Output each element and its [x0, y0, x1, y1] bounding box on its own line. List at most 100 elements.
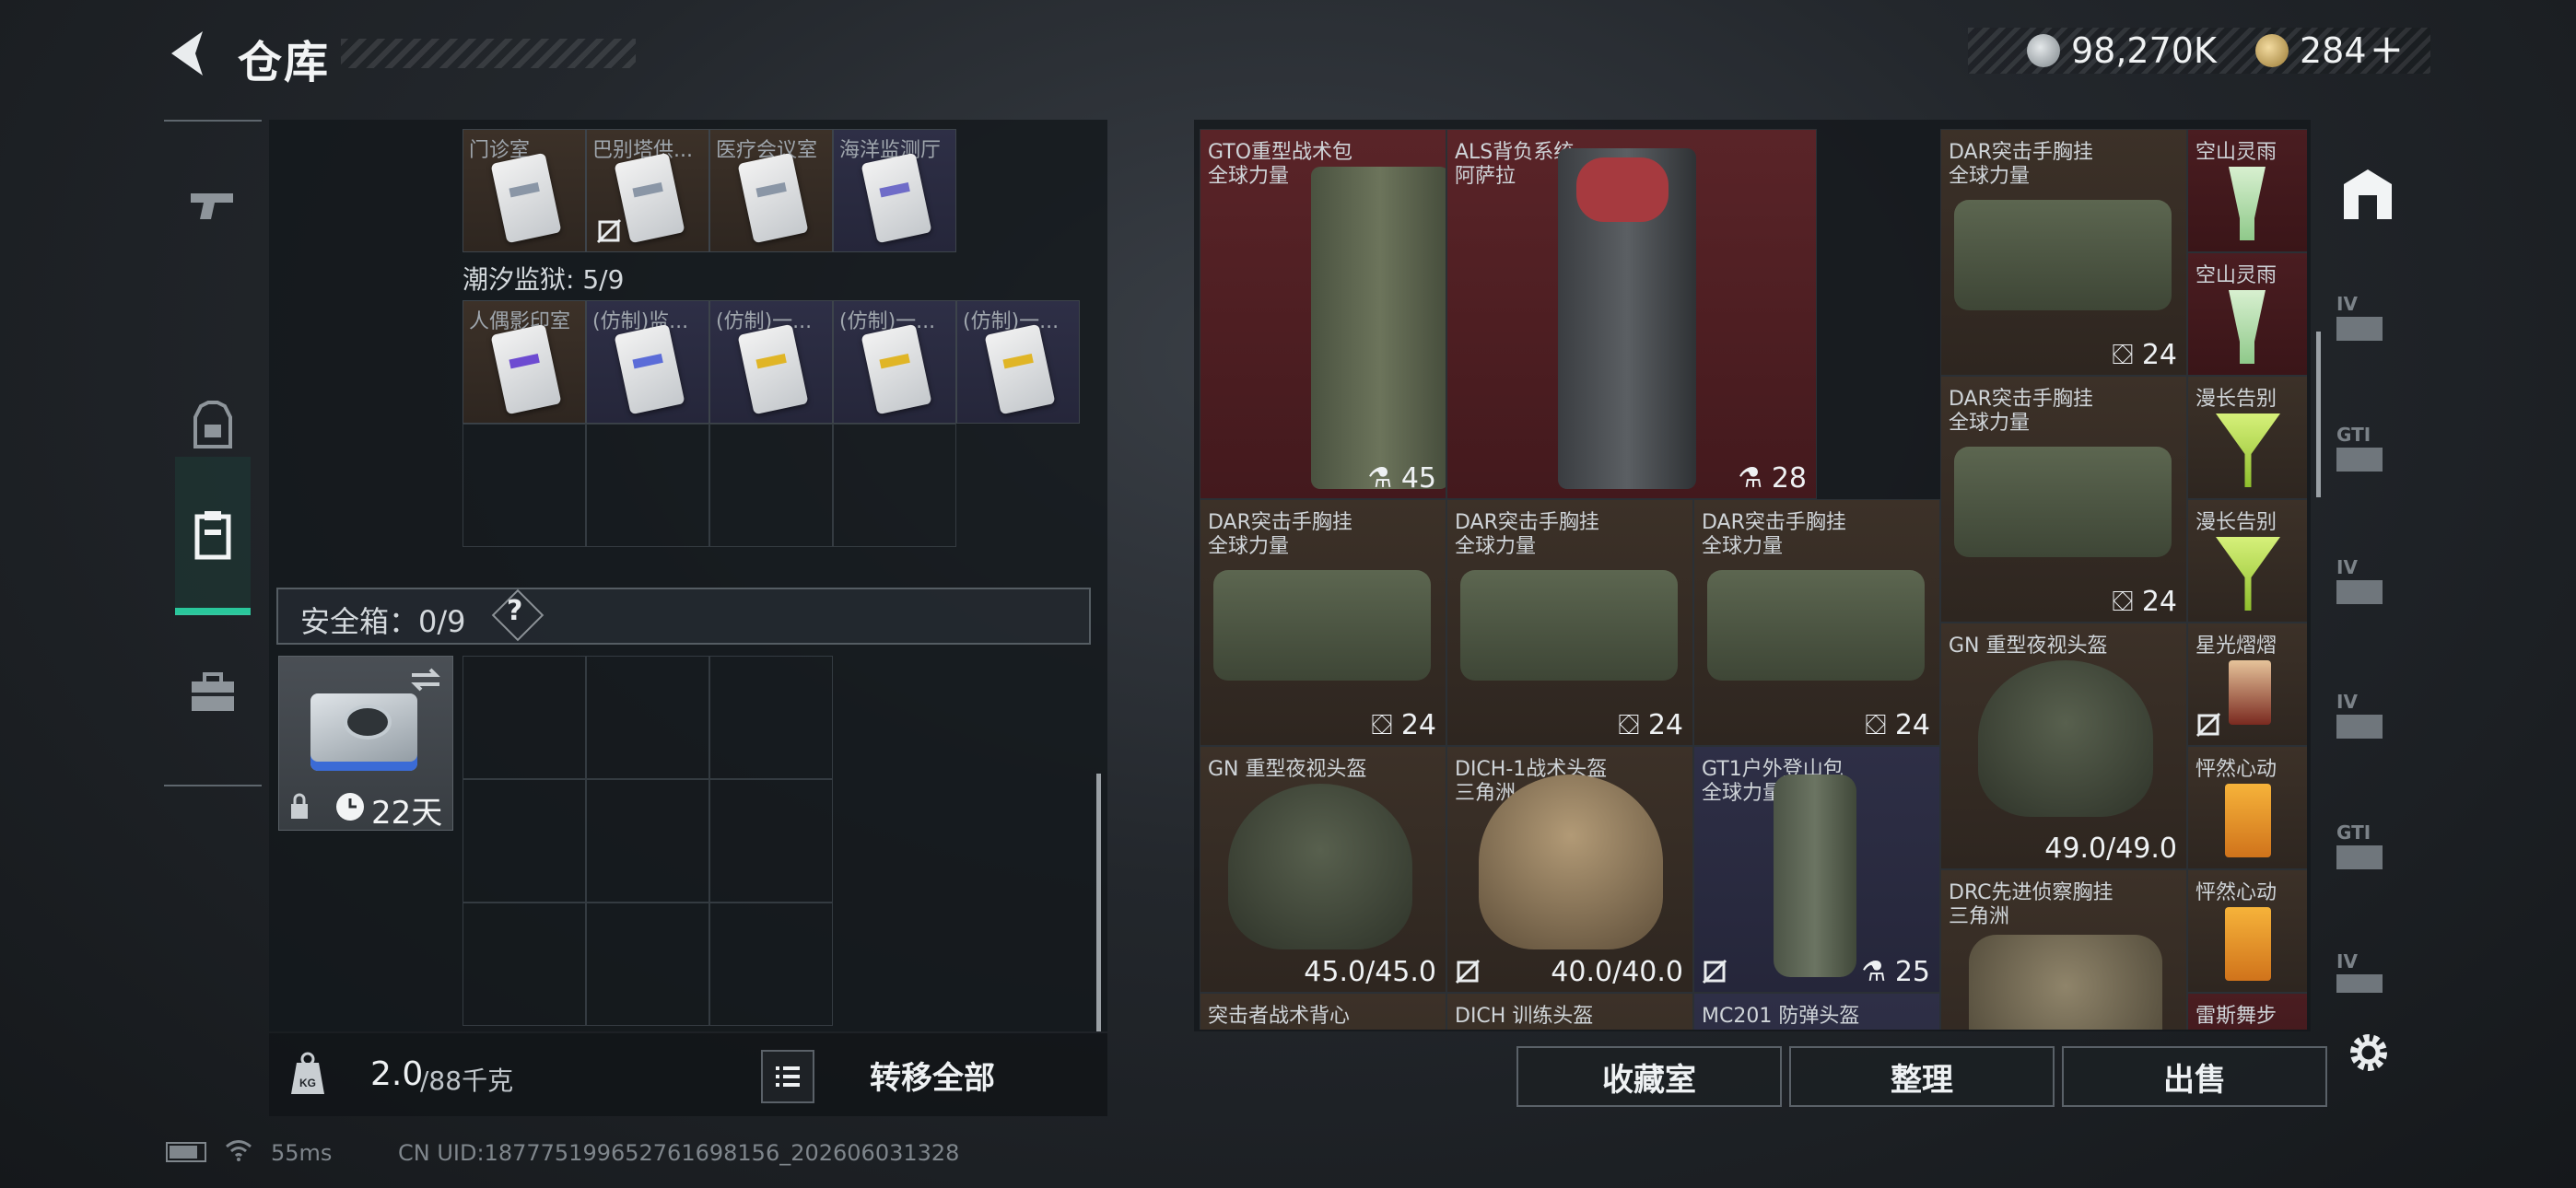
tab-label: IV [2336, 950, 2358, 973]
item-durability: 40.0/40.0 [1551, 956, 1683, 988]
gold-coin-icon [2255, 34, 2289, 67]
tab-storage-3[interactable]: IV [2336, 556, 2399, 621]
tab-storage-1[interactable]: IV [2336, 293, 2399, 357]
item-drink[interactable]: 怦然心动 [2187, 869, 2307, 993]
tab-label: GTI [2336, 821, 2371, 844]
item-capacity: ⚗ 45 [1367, 462, 1436, 495]
item-gn-helmet[interactable]: GN 重型夜视头盔 45.0/45.0 [1200, 746, 1446, 993]
empty-slot[interactable] [463, 656, 586, 779]
item-gn-helmet[interactable]: GN 重型夜视头盔 49.0/49.0 [1940, 623, 2187, 869]
empty-slot[interactable] [586, 656, 709, 779]
safe-dial [344, 705, 392, 740]
list-view-button[interactable] [761, 1050, 814, 1103]
item-dar-rig[interactable]: DAR突击手胸挂 全球力量 ⛋ 24 [1446, 499, 1693, 746]
left-scrollbar[interactable] [1096, 774, 1101, 1031]
item-drink[interactable]: 雷斯舞步 [2187, 993, 2307, 1030]
item-dar-rig[interactable]: DAR突击手胸挂 全球力量 ⛋ 24 [1940, 376, 2187, 623]
item-drc-rig[interactable]: DRC先进侦察胸挂 三角洲 [1940, 869, 2187, 1030]
page-title: 仓库 [238, 37, 331, 88]
item-dar-rig[interactable]: DAR突击手胸挂 全球力量 ⛋ 24 [1693, 499, 1940, 746]
item-drink[interactable]: 漫长告别 [2187, 499, 2307, 623]
wifi-icon [226, 1140, 252, 1161]
settings-gear-icon[interactable] [2344, 1028, 2394, 1077]
transfer-all-button[interactable]: 转移全部 [822, 1033, 1043, 1116]
tab-main-storage[interactable] [2336, 164, 2399, 228]
safe-box-label: 安全箱：0/9 [300, 604, 466, 639]
item-capacity: ⛋ 24 [1865, 709, 1930, 741]
keycard-image [984, 323, 1056, 415]
tab-containers[interactable] [175, 457, 251, 615]
item-gt1-backpack[interactable]: GT1户外登山包 全球力量 ⚗ 25 [1693, 746, 1940, 993]
item-faction: 全球力量 [1949, 412, 2031, 435]
swap-icon[interactable] [408, 666, 443, 693]
tab-medkits[interactable] [175, 637, 251, 748]
item-name: 星光熠熠 [2195, 635, 2277, 658]
add-currency-button[interactable]: + [2370, 26, 2404, 73]
keycard-cell[interactable]: (仿制)一... [709, 300, 833, 424]
empty-slot[interactable] [586, 903, 709, 1026]
list-icon [776, 1066, 800, 1087]
keycard-image [614, 152, 685, 244]
sell-button[interactable]: 出售 [2062, 1046, 2327, 1107]
right-scrollbar[interactable] [2316, 332, 2321, 497]
item-dar-rig[interactable]: DAR突击手胸挂 全球力量 ⛋ 24 [1940, 129, 2187, 376]
inventory-grid: GTO重型战术包 全球力量 ⚗ 45 ALS背负系统 阿萨拉 ⚗ 28 DAR突… [1200, 129, 2307, 1030]
back-arrow-icon[interactable] [164, 28, 210, 79]
safe-box-item[interactable]: 22天 [278, 656, 453, 832]
item-vest[interactable]: 突击者战术背心 [1200, 993, 1446, 1030]
empty-slot[interactable] [709, 779, 833, 903]
item-als-backpack[interactable]: ALS背负系统 阿萨拉 ⚗ 28 [1446, 129, 1817, 499]
item-durability: 49.0/49.0 [2044, 833, 2177, 865]
tab-storage-5[interactable]: GTI [2336, 821, 2399, 886]
item-name: GN 重型夜视头盔 [1949, 635, 2108, 658]
item-gto-backpack[interactable]: GTO重型战术包 全球力量 ⚗ 45 [1200, 129, 1446, 499]
item-drink[interactable]: 漫长告别 [2187, 376, 2307, 499]
category-tabs [164, 120, 262, 786]
keycard-cell[interactable]: 海洋监测厅 [833, 129, 956, 252]
keycard-cell[interactable]: 巴别塔供... [586, 129, 709, 252]
keycard-cell[interactable]: (仿制)监... [586, 300, 709, 424]
empty-slot[interactable] [463, 779, 586, 903]
section-title: 潮汐监狱: 5/9 [463, 264, 625, 295]
organize-button[interactable]: 整理 [1789, 1046, 2055, 1107]
keycard-cell[interactable]: (仿制)一... [833, 300, 956, 424]
tab-storage-6[interactable]: IV [2336, 950, 2399, 1015]
chest-rig-image [1460, 570, 1678, 681]
item-name: 怦然心动 [2195, 758, 2277, 781]
item-dar-rig[interactable]: DAR突击手胸挂 全球力量 ⛋ 24 [1200, 499, 1446, 746]
empty-slot[interactable] [709, 424, 833, 547]
item-dich-training-helmet[interactable]: DICH 训练头盔 [1446, 993, 1693, 1030]
tab-storage-2[interactable]: GTI [2336, 424, 2399, 488]
collection-room-button[interactable]: 收藏室 [1516, 1046, 1782, 1107]
cocktail-image [2225, 784, 2271, 857]
item-drink[interactable]: 星光熠熠 [2187, 623, 2307, 746]
empty-slot[interactable] [586, 779, 709, 903]
empty-slot[interactable] [586, 424, 709, 547]
storage-icon [2336, 317, 2383, 341]
backpack-emblem [1576, 157, 1669, 222]
item-name: 空山灵雨 [2195, 264, 2277, 287]
item-faction: 全球力量 [1702, 782, 1784, 805]
empty-slot[interactable] [709, 656, 833, 779]
chest-rig-image [1954, 447, 2172, 557]
keycard-cell[interactable]: 门诊室 [463, 129, 586, 252]
tab-weapons[interactable] [175, 149, 251, 260]
item-drink[interactable]: 空山灵雨 [2187, 129, 2307, 252]
item-dich-helmet[interactable]: DICH-1战术头盔 三角洲 40.0/40.0 [1446, 746, 1693, 993]
empty-slot[interactable] [463, 903, 586, 1026]
keycard-cell[interactable]: 人偶影印室 [463, 300, 586, 424]
weight-current: 2.0 [370, 1055, 424, 1093]
keycard-cell[interactable]: 医疗会议室 [709, 129, 833, 252]
keycard-cell[interactable]: (仿制)一... [956, 300, 1080, 424]
item-mc201-helmet[interactable]: MC201 防弹头盔 [1693, 993, 1940, 1030]
empty-slot[interactable] [463, 424, 586, 547]
item-durability: 45.0/45.0 [1304, 956, 1436, 988]
tab-storage-4[interactable]: IV [2336, 691, 2399, 755]
item-drink[interactable]: 空山灵雨 [2187, 252, 2307, 376]
empty-slot[interactable] [709, 903, 833, 1026]
item-drink[interactable]: 怦然心动 [2187, 746, 2307, 869]
empty-slot[interactable] [833, 424, 956, 547]
helmet-image [1479, 775, 1663, 949]
keycard-image [737, 323, 809, 415]
tab-label: GTI [2336, 424, 2371, 446]
